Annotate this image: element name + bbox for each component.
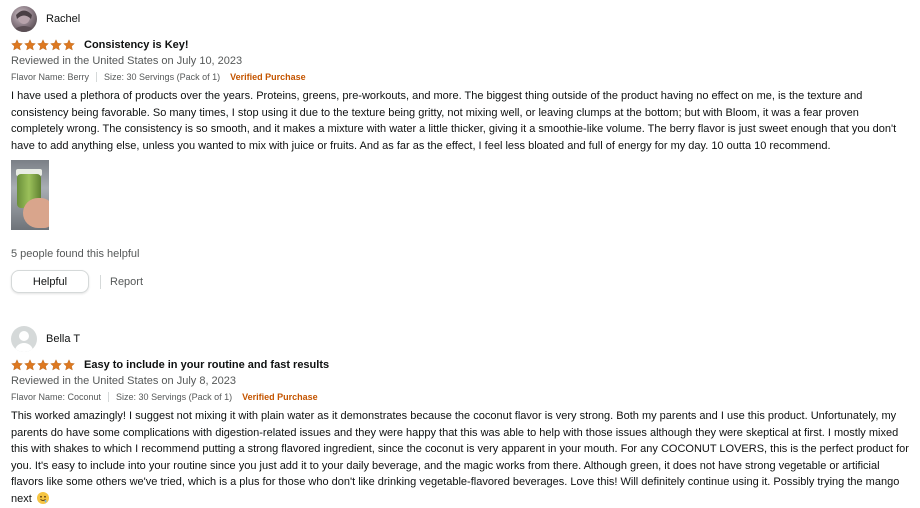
star-icon <box>63 359 75 371</box>
star-icon <box>24 39 36 51</box>
star-icon <box>11 359 23 371</box>
reviewer-profile[interactable]: Rachel <box>11 6 911 32</box>
product-format-strip[interactable]: Flavor Name: Coconut Size: 30 Servings (… <box>11 389 911 405</box>
review-actions: Helpful Report <box>11 270 911 293</box>
flavor-name[interactable]: Flavor Name: Coconut <box>11 389 101 405</box>
report-link[interactable]: Report <box>110 276 143 288</box>
divider <box>100 274 101 289</box>
review-image-thumbnail[interactable] <box>11 160 49 230</box>
helpful-button[interactable]: Helpful <box>11 270 89 293</box>
star-icon <box>63 39 75 51</box>
size-name[interactable]: Size: 30 Servings (Pack of 1) <box>116 389 232 405</box>
star-icon <box>50 39 62 51</box>
review-card: Bella T Easy to include in your routine … <box>11 326 911 507</box>
verified-purchase-badge[interactable]: Verified Purchase <box>242 389 318 405</box>
review-body-text: This worked amazingly! I suggest not mix… <box>11 410 909 505</box>
star-icon <box>11 39 23 51</box>
helpful-count: 5 people found this helpful <box>11 248 140 260</box>
default-user-avatar[interactable] <box>11 326 37 352</box>
star-icon <box>50 359 62 371</box>
star-icon <box>37 39 49 51</box>
divider <box>96 72 98 82</box>
reviewer-profile[interactable]: Bella T <box>11 326 911 352</box>
star-icon <box>37 359 49 371</box>
star-icon <box>24 359 36 371</box>
hand <box>23 198 49 228</box>
reviewer-name[interactable]: Rachel <box>46 13 80 25</box>
verified-purchase-badge[interactable]: Verified Purchase <box>230 69 306 85</box>
star-rating[interactable] <box>11 39 75 51</box>
flavor-name[interactable]: Flavor Name: Berry <box>11 69 89 85</box>
review-date: Reviewed in the United States on July 8,… <box>11 375 237 387</box>
size-name[interactable]: Size: 30 Servings (Pack of 1) <box>104 69 220 85</box>
drooling-face-emoji-icon <box>36 491 49 504</box>
review-body: I have used a plethora of products over … <box>11 90 897 152</box>
review-title[interactable]: Consistency is Key! <box>84 39 189 51</box>
review-body: This worked amazingly! I suggest not mix… <box>11 408 911 507</box>
user-photo-avatar[interactable] <box>11 6 37 32</box>
review-card: Rachel Consistency is Key! Reviewed in t… <box>11 6 911 293</box>
review-title[interactable]: Easy to include in your routine and fast… <box>84 359 329 371</box>
divider <box>108 392 110 402</box>
product-format-strip[interactable]: Flavor Name: Berry Size: 30 Servings (Pa… <box>11 69 911 85</box>
reviewer-name[interactable]: Bella T <box>46 333 80 345</box>
star-rating[interactable] <box>11 359 75 371</box>
review-date: Reviewed in the United States on July 10… <box>11 55 243 67</box>
